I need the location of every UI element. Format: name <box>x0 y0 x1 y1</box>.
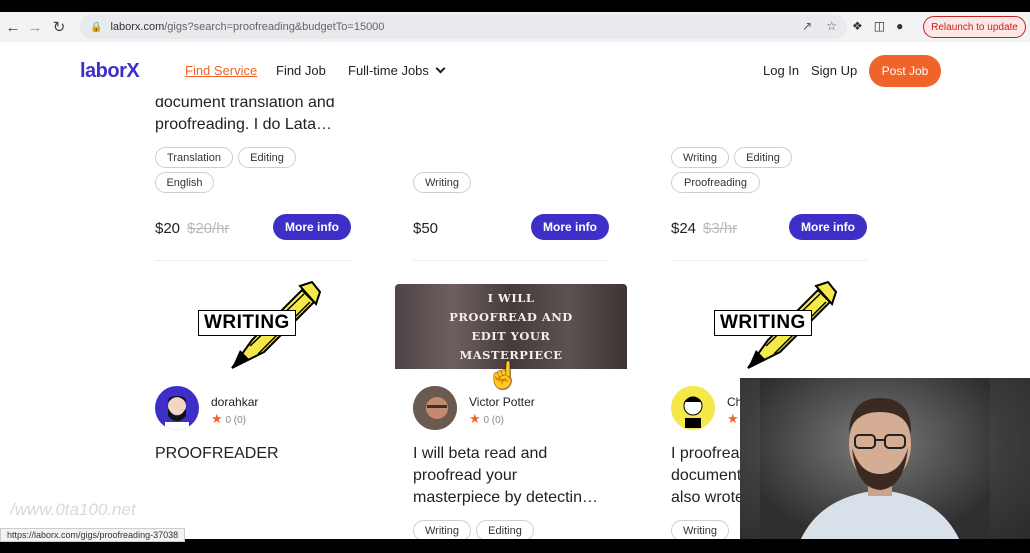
link-status-bar: https://laborx.com/gigs/proofreading-370… <box>0 528 186 542</box>
watermark-text: /www.0ta100.net <box>10 500 136 519</box>
nav-full-time-jobs[interactable]: Full-time Jobs <box>348 63 446 78</box>
star-icon: ★ <box>211 411 223 426</box>
extensions-puzzle-icon[interactable]: ❖ <box>852 19 863 33</box>
login-link[interactable]: Log In <box>763 63 799 78</box>
nav-find-service[interactable]: Find Service <box>185 63 257 78</box>
gig-price: $24 <box>671 220 697 237</box>
rating: ★ 0 (0) <box>211 411 247 426</box>
writing-label: WRITING <box>714 310 812 336</box>
gig-image-proofread[interactable]: I WILL PROOFREAD AND EDIT YOUR MASTERPIE… <box>395 284 627 369</box>
more-info-button[interactable]: More info <box>531 214 609 240</box>
tag-writing[interactable]: Writing <box>671 147 729 168</box>
rating: ★ <box>727 411 739 427</box>
tag-proofreading[interactable]: Proofreading <box>671 172 760 193</box>
presenter-video <box>760 378 990 541</box>
relaunch-to-update-button[interactable]: Relaunch to update <box>923 16 1026 38</box>
hand-pointer-cursor-icon: ☝ <box>487 360 520 390</box>
gig-description[interactable]: document translation and proofreading. I… <box>155 92 335 136</box>
tag-editing[interactable]: Editing <box>476 520 534 539</box>
star-icon: ★ <box>727 411 739 426</box>
gig-price: $20 <box>155 220 181 237</box>
gig-price-hourly: $20/hr <box>187 220 230 237</box>
back-icon[interactable]: ← <box>2 16 24 38</box>
avatar[interactable] <box>155 386 199 430</box>
avatar[interactable] <box>413 386 457 430</box>
more-info-button[interactable]: More info <box>789 214 867 240</box>
share-icon[interactable]: ↗ <box>802 19 812 33</box>
side-panel-icon[interactable]: ◫ <box>874 19 885 33</box>
screen-top-border <box>0 0 1030 12</box>
address-bar[interactable]: 🔒 laborx.com/gigs?search=proofreading&bu… <box>80 15 847 39</box>
card-divider <box>671 260 867 261</box>
gig-price-hourly: $3/hr <box>703 220 738 237</box>
gig-title[interactable]: PROOFREADER <box>155 443 279 465</box>
post-job-button[interactable]: Post Job <box>869 55 941 87</box>
tag-writing[interactable]: Writing <box>671 520 729 539</box>
rating: ★ 0 (0) <box>469 411 505 426</box>
browser-toolbar: ← → ↻ 🔒 laborx.com/gigs?search=proofread… <box>0 12 1030 42</box>
address-url: laborx.com/gigs?search=proofreading&budg… <box>110 21 385 33</box>
tag-writing[interactable]: Writing <box>413 172 471 193</box>
tag-editing[interactable]: Editing <box>734 147 792 168</box>
username[interactable]: Victor Potter <box>469 395 535 409</box>
card-divider <box>413 260 609 261</box>
reload-icon[interactable]: ↻ <box>48 16 70 38</box>
gig-price: $50 <box>413 220 439 237</box>
more-info-button[interactable]: More info <box>273 214 351 240</box>
tag-writing[interactable]: Writing <box>413 520 471 539</box>
writing-label: WRITING <box>198 310 296 336</box>
avatar[interactable] <box>671 386 715 430</box>
tag-translation[interactable]: Translation <box>155 147 233 168</box>
gig-title[interactable]: I will beta read and proofread your mast… <box>413 443 598 509</box>
webcam-overlay <box>740 378 1030 541</box>
gig-title[interactable]: I proofrea document also wrote <box>671 443 744 509</box>
forward-icon[interactable]: → <box>24 16 46 38</box>
signup-link[interactable]: Sign Up <box>811 63 857 78</box>
nav-find-job[interactable]: Find Job <box>276 63 326 78</box>
gig-image-writing[interactable]: WRITING <box>192 280 322 370</box>
lock-icon: 🔒 <box>90 21 103 33</box>
gig-image-writing[interactable]: WRITING <box>708 280 838 370</box>
username[interactable]: dorahkar <box>211 395 258 409</box>
tag-english[interactable]: English <box>155 172 214 193</box>
profile-icon[interactable]: ● <box>896 19 903 33</box>
laborx-logo[interactable]: laborX <box>80 60 140 83</box>
star-icon: ★ <box>469 411 481 426</box>
site-header: laborX Find Service Find Job Full-time J… <box>0 42 1030 98</box>
chevron-down-icon <box>435 63 446 74</box>
tag-editing[interactable]: Editing <box>238 147 296 168</box>
bookmark-star-icon[interactable]: ☆ <box>826 19 837 33</box>
card-divider <box>155 260 351 261</box>
